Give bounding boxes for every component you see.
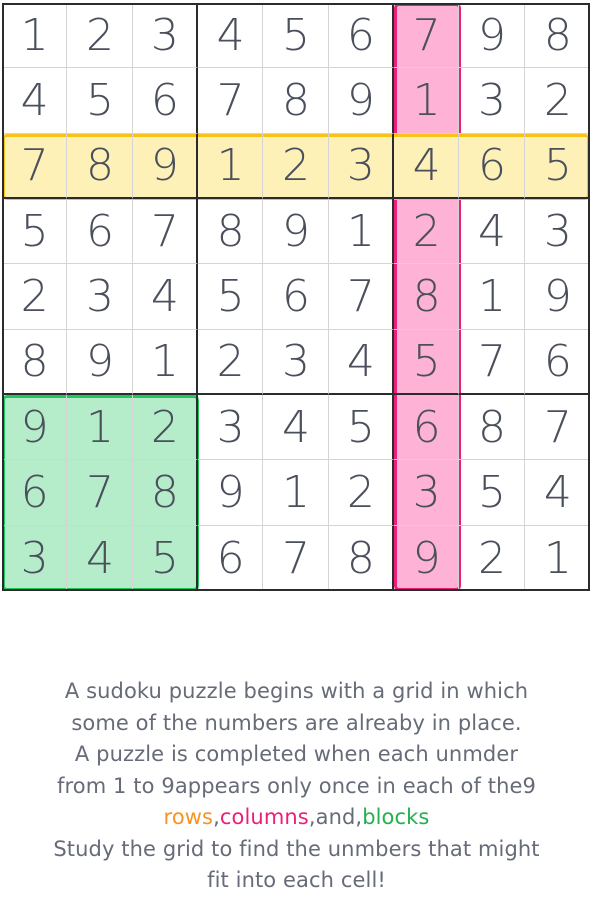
grid-cell[interactable]: 6 — [459, 133, 525, 199]
grid-cell[interactable]: 3 — [328, 133, 394, 199]
grid-cell[interactable]: 5 — [2, 199, 68, 265]
grid-cell[interactable]: 8 — [198, 199, 264, 265]
grid-cell[interactable]: 4 — [459, 199, 525, 265]
grid-cell[interactable]: 9 — [459, 3, 525, 69]
caption-line-5: rows,columns,and,blocks — [0, 802, 593, 834]
grid-cell[interactable]: 2 — [524, 68, 590, 134]
caption-line-4: from 1 to 9appears only once in each of … — [57, 773, 536, 798]
grid-cell[interactable]: 3 — [67, 264, 133, 330]
grid-cell[interactable]: 6 — [198, 525, 264, 591]
grid-cell[interactable]: 7 — [459, 329, 525, 395]
grid-cell[interactable]: 5 — [524, 134, 590, 199]
rows-keyword: rows — [163, 805, 214, 829]
grid-cell[interactable]: 6 — [394, 395, 460, 461]
caption-line-2: some of the numbers are alreaby in place… — [71, 710, 522, 735]
grid-cell[interactable]: 8 — [67, 133, 133, 199]
grid-cell[interactable]: 9 — [198, 460, 264, 526]
grid-cell[interactable]: 3 — [263, 329, 329, 395]
grid-cell[interactable]: 5 — [328, 395, 394, 461]
grid-cell[interactable]: 1 — [525, 526, 590, 591]
grid-cell[interactable]: 9 — [2, 395, 68, 461]
grid-cell[interactable]: 1 — [263, 460, 329, 526]
sudoku-board: 1234567984567891327891234655678912432345… — [2, 3, 590, 591]
grid-cell[interactable]: 9 — [263, 199, 329, 265]
grid-cell[interactable]: 9 — [524, 264, 590, 330]
grid-cell[interactable]: 7 — [524, 395, 590, 461]
grid-cell[interactable]: 2 — [2, 264, 68, 330]
grid-cell[interactable]: 2 — [263, 133, 329, 199]
grid-cell[interactable]: 1 — [132, 329, 198, 395]
grid-cell[interactable]: 2 — [394, 199, 460, 265]
grid-cell[interactable]: 7 — [132, 199, 198, 265]
grid-cell[interactable]: 7 — [67, 460, 133, 526]
grid-cell[interactable]: 3 — [394, 460, 460, 526]
grid-cell[interactable]: 5 — [394, 329, 460, 395]
grid-cell[interactable]: 1 — [198, 133, 264, 199]
blocks-keyword: blocks — [362, 805, 430, 829]
separator: ,and, — [308, 805, 363, 829]
grid-cell[interactable]: 1 — [459, 264, 525, 330]
grid-cell[interactable]: 7 — [263, 525, 329, 591]
grid-cell[interactable]: 8 — [459, 395, 525, 461]
grid-cell[interactable]: 6 — [263, 264, 329, 330]
grid-cell[interactable]: 4 — [132, 264, 198, 330]
instructions-caption: A sudoku puzzle begins with a grid in wh… — [0, 676, 593, 897]
grid-cell[interactable]: 8 — [524, 3, 590, 69]
grid-cell[interactable]: 7 — [394, 3, 460, 69]
grid-cell[interactable]: 1 — [2, 3, 68, 69]
grid-cell[interactable]: 8 — [329, 525, 394, 591]
grid-cell[interactable]: 1 — [394, 68, 460, 134]
caption-line-7: fit into each cell! — [207, 868, 386, 892]
grid-cell[interactable]: 4 — [328, 329, 394, 395]
grid-cell[interactable]: 5 — [133, 525, 198, 591]
grid-cell[interactable]: 8 — [394, 264, 460, 330]
grid-cell[interactable]: 9 — [67, 329, 133, 395]
grid-cell[interactable]: 4 — [394, 133, 460, 199]
columns-keyword: columns — [219, 805, 309, 829]
grid-cell[interactable]: 6 — [328, 3, 394, 69]
grid-cell[interactable]: 4 — [67, 525, 133, 591]
grid-cell[interactable]: 8 — [132, 460, 198, 526]
grid-cell[interactable]: 4 — [263, 395, 329, 461]
grid-cell[interactable]: 5 — [263, 3, 329, 69]
grid-cell[interactable]: 6 — [132, 68, 198, 134]
grid-cell[interactable]: 1 — [328, 199, 394, 265]
grid-cell[interactable]: 7 — [2, 133, 68, 199]
separator: , — [213, 805, 220, 829]
grid-cell[interactable]: 7 — [198, 68, 264, 134]
grid-cell[interactable]: 5 — [67, 68, 133, 134]
sudoku-grid: 1234567984567891327891234655678912432345… — [2, 3, 590, 591]
grid-cell[interactable]: 6 — [2, 460, 68, 526]
grid-cell[interactable]: 4 — [198, 3, 264, 69]
grid-cell[interactable]: 2 — [459, 525, 525, 591]
grid-cell[interactable]: 4 — [524, 460, 590, 526]
grid-cell[interactable]: 3 — [132, 3, 198, 69]
grid-cell[interactable]: 9 — [394, 525, 460, 591]
caption-line-6: Study the grid to find the unmbers that … — [53, 836, 540, 861]
grid-cell[interactable]: 3 — [459, 68, 525, 134]
grid-cell[interactable]: 8 — [263, 68, 329, 134]
grid-cell[interactable]: 2 — [328, 460, 394, 526]
grid-cell[interactable]: 2 — [67, 3, 133, 69]
grid-cell[interactable]: 2 — [132, 395, 198, 461]
caption-line-1: A sudoku puzzle begins with a grid in wh… — [64, 679, 529, 703]
caption-line-3: A puzzle is completed when each unmder — [74, 742, 519, 766]
grid-cell[interactable]: 1 — [67, 395, 133, 461]
grid-cell[interactable]: 5 — [198, 264, 264, 330]
grid-cell[interactable]: 5 — [459, 460, 525, 526]
grid-cell[interactable]: 6 — [524, 330, 590, 395]
grid-cell[interactable]: 4 — [2, 68, 68, 134]
grid-cell[interactable]: 8 — [2, 329, 68, 395]
grid-cell[interactable]: 9 — [132, 133, 198, 199]
grid-cell[interactable]: 9 — [328, 68, 394, 134]
grid-cell[interactable]: 7 — [328, 264, 394, 330]
grid-cell[interactable]: 3 — [524, 199, 590, 265]
grid-cell[interactable]: 3 — [2, 525, 68, 591]
grid-cell[interactable]: 2 — [198, 329, 264, 395]
grid-cell[interactable]: 6 — [67, 199, 133, 265]
grid-cell[interactable]: 3 — [198, 395, 264, 461]
